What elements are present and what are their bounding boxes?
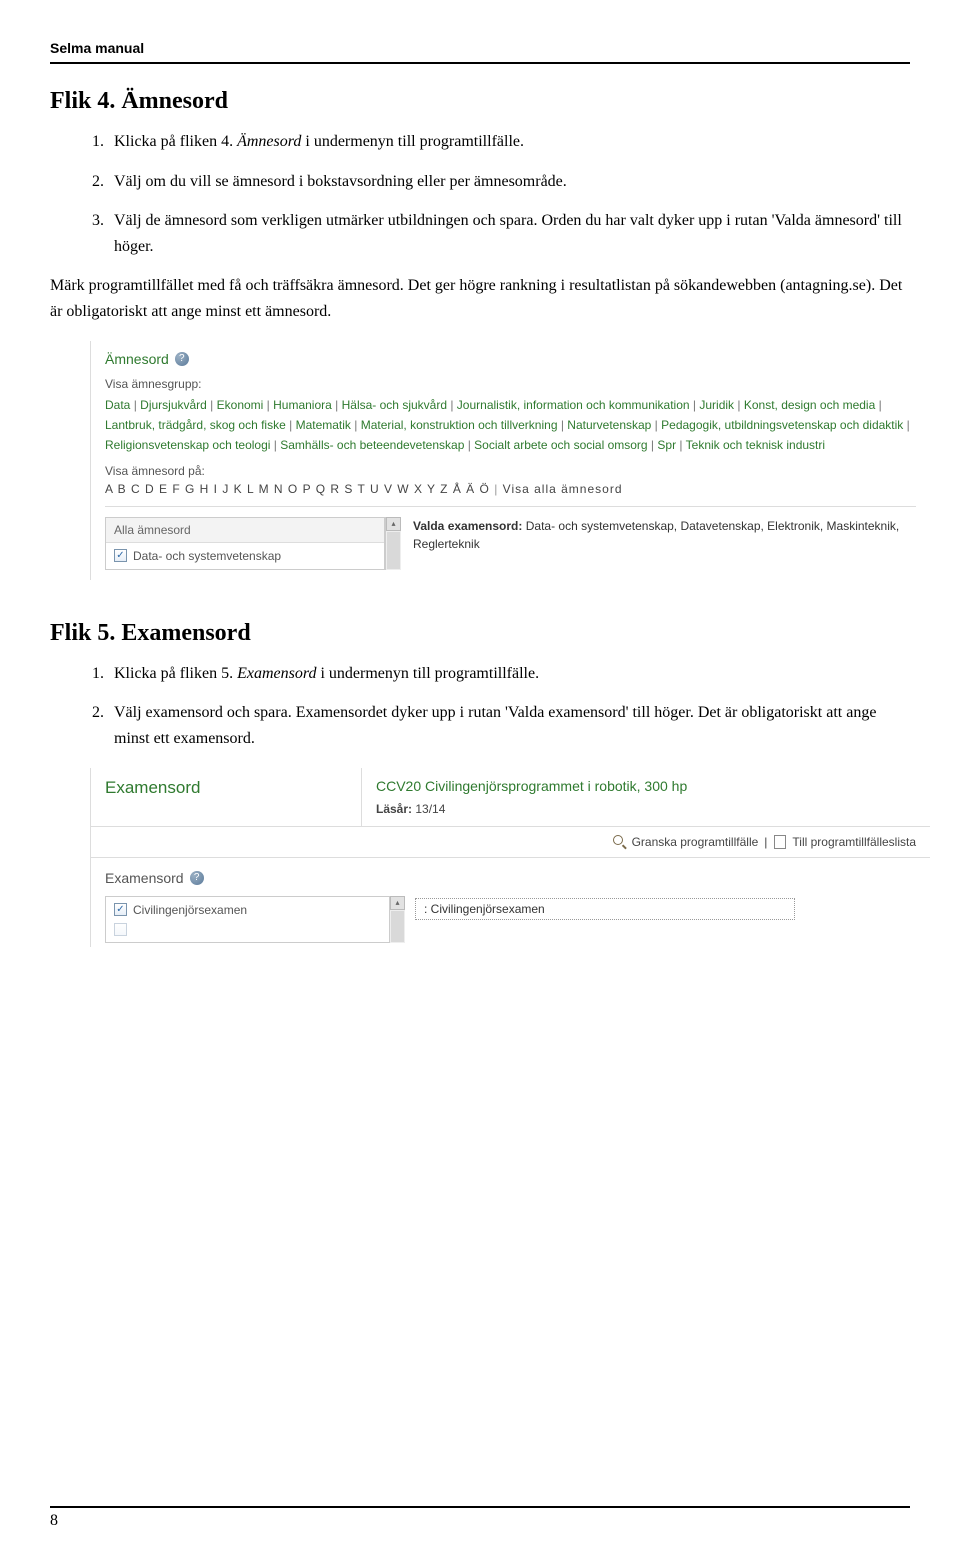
panel-title-examensord: Examensord (105, 778, 347, 798)
separator: | (351, 418, 361, 432)
separator: | (558, 418, 568, 432)
step-text: i undermenyn till programtillfälle. (316, 665, 539, 682)
selected-exam-field: : Civilingenjörsexamen (415, 898, 795, 920)
separator: | (875, 398, 881, 412)
steps-list-flik4: Klicka på fliken 4. Ämnesord i undermeny… (50, 129, 910, 259)
checkbox-icon[interactable] (114, 923, 127, 936)
separator: | (270, 438, 280, 452)
step-text: Klicka på fliken 4. (114, 133, 237, 150)
separator: | (734, 398, 744, 412)
all-subjects-listbox[interactable]: Alla ämnesord ✓ Data- och systemvetenska… (105, 517, 385, 570)
list-item[interactable]: ✓ Civilingenjörsexamen (106, 897, 389, 923)
selected-label: Valda examensord: (413, 519, 522, 533)
panel-title: Ämnesord ? (105, 351, 916, 367)
subject-group-link[interactable]: Juridik (699, 398, 734, 412)
separator: | (676, 438, 686, 452)
subject-group-link[interactable]: Matematik (296, 418, 351, 432)
scroll-up-icon[interactable]: ▴ (390, 896, 405, 910)
separator: | (130, 398, 140, 412)
panel-title-text: Ämnesord (105, 351, 169, 367)
review-link[interactable]: Granska programtillfälle (632, 835, 759, 849)
scrollbar[interactable]: ▴ (389, 896, 405, 943)
screenshot-examensord: Examensord CCV20 Civilingenjörsprogramme… (90, 768, 930, 947)
to-list-link[interactable]: Till programtillfälleslista (792, 835, 916, 849)
separator: | (447, 398, 457, 412)
paragraph: Märk programtillfället med få och träffs… (50, 273, 910, 324)
separator: | (903, 418, 909, 432)
document-header: Selma manual (50, 40, 910, 64)
subject-group-link[interactable]: Humaniora (273, 398, 332, 412)
separator: | (690, 398, 700, 412)
separator: | (464, 438, 474, 452)
step-text-italic: Examensord (237, 665, 316, 682)
magnifier-icon (613, 835, 626, 848)
subject-group-link[interactable]: Data (105, 398, 130, 412)
subject-group-link[interactable]: Socialt arbete och social omsorg (474, 438, 647, 452)
separator: | (332, 398, 342, 412)
page-number: 8 (50, 1506, 910, 1530)
list-item-label: Data- och systemvetenskap (133, 549, 281, 563)
step-item: Välj om du vill se ämnesord i bokstavsor… (108, 169, 910, 195)
separator: | (651, 418, 661, 432)
program-title: CCV20 Civilingenjörsprogrammet i robotik… (376, 778, 916, 794)
document-icon (773, 835, 786, 848)
show-all-link[interactable]: Visa alla ämnesord (503, 482, 623, 496)
step-text: i undermenyn till programtillfälle. (301, 133, 524, 150)
subject-group-link[interactable]: Ekonomi (217, 398, 264, 412)
separator: | (764, 835, 767, 849)
scroll-thumb[interactable] (387, 532, 400, 569)
lasar-value: 13/14 (415, 802, 445, 816)
separator: | (648, 438, 658, 452)
subject-group-link[interactable]: Konst, design och media (744, 398, 875, 412)
screenshot-amnesord: Ämnesord ? Visa ämnesgrupp: Data | Djurs… (90, 341, 930, 580)
subject-group-link[interactable]: Hälsa- och sjukvård (342, 398, 447, 412)
subject-group-link[interactable]: Lantbruk, trädgård, skog och fiske (105, 418, 286, 432)
academic-year: Läsår: 13/14 (376, 802, 916, 816)
separator: | (286, 418, 296, 432)
checkbox-icon[interactable]: ✓ (114, 549, 127, 562)
list-item[interactable]: ✓ Data- och systemvetenskap (106, 543, 384, 569)
scroll-up-icon[interactable]: ▴ (386, 517, 401, 531)
help-icon[interactable]: ? (190, 871, 204, 885)
step-text-italic: Ämnesord (237, 133, 301, 150)
step-item: Välj examensord och spara. Examensordet … (108, 700, 910, 751)
checkbox-icon[interactable]: ✓ (114, 903, 127, 916)
alphabet-letters[interactable]: A B C D E F G H I J K L M N O P Q R S T … (105, 482, 490, 496)
step-item: Välj de ämnesord som verkligen utmärker … (108, 208, 910, 259)
subject-group-link[interactable]: Material, konstruktion och tillverkning (361, 418, 558, 432)
subject-group-link[interactable]: Naturvetenskap (567, 418, 651, 432)
subject-group-link[interactable]: Spr (657, 438, 676, 452)
separator: | (207, 398, 217, 412)
alphabet-filter: A B C D E F G H I J K L M N O P Q R S T … (105, 482, 916, 496)
scroll-thumb[interactable] (391, 911, 404, 942)
selected-subjects-box: Valda examensord: Data- och systemvetens… (409, 517, 916, 570)
help-icon[interactable]: ? (175, 352, 189, 366)
toolbar: Granska programtillfälle | Till programt… (91, 826, 930, 857)
subject-group-link[interactable]: Journalistik, information och kommunikat… (457, 398, 690, 412)
section-label-text: Examensord (105, 870, 184, 886)
subject-group-link[interactable]: Samhälls- och beteendevetenskap (280, 438, 464, 452)
panel-title-text: Examensord (105, 778, 200, 798)
list-item[interactable] (106, 923, 389, 942)
section-heading-flik4: Flik 4. Ämnesord (50, 88, 910, 115)
scrollbar[interactable]: ▴ (385, 517, 401, 570)
step-text: Klicka på fliken 5. (114, 665, 237, 682)
lasar-label: Läsår: (376, 802, 415, 816)
steps-list-flik5: Klicka på fliken 5. Examensord i underme… (50, 661, 910, 752)
section-heading-flik5: Flik 5. Examensord (50, 620, 910, 647)
label-visa-amnesgrupp: Visa ämnesgrupp: (105, 377, 916, 391)
label-visa-amnesord-pa: Visa ämnesord på: (105, 464, 916, 478)
separator: | (263, 398, 273, 412)
subject-group-link[interactable]: Religionsvetenskap och teologi (105, 438, 270, 452)
step-item: Klicka på fliken 4. Ämnesord i undermeny… (108, 129, 910, 155)
section-label-examensord: Examensord ? (105, 870, 405, 886)
examensord-listbox[interactable]: ✓ Civilingenjörsexamen (105, 896, 389, 943)
subject-group-link[interactable]: Pedagogik, utbildningsvetenskap och dida… (661, 418, 903, 432)
list-item-label: Civilingenjörsexamen (133, 903, 247, 917)
subject-group-link[interactable]: Djursjukvård (140, 398, 207, 412)
subject-group-links: Data | Djursjukvård | Ekonomi | Humanior… (105, 395, 916, 456)
step-item: Klicka på fliken 5. Examensord i underme… (108, 661, 910, 687)
listbox-header: Alla ämnesord (106, 518, 384, 543)
subject-group-link[interactable]: Teknik och teknisk industri (686, 438, 825, 452)
